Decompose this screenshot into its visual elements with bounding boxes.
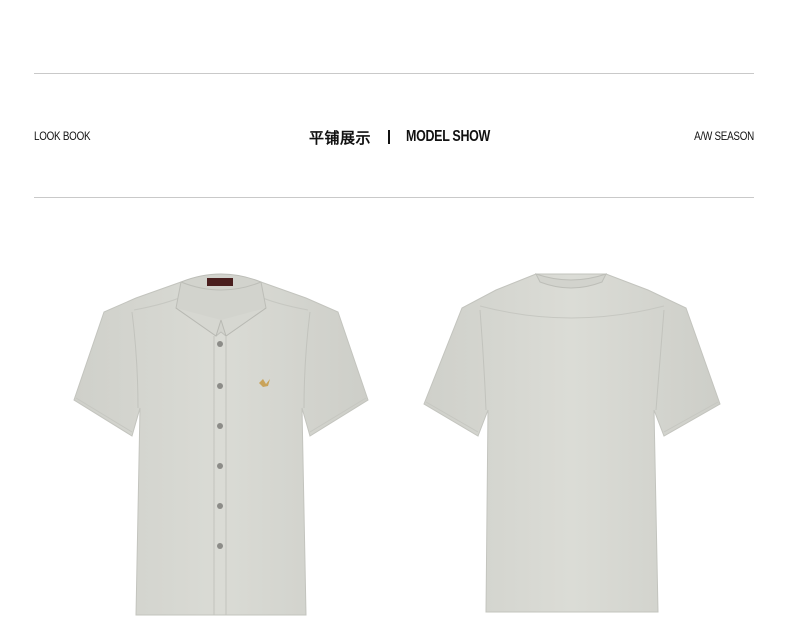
section-title: 平铺展示 MODEL SHOW: [309, 127, 514, 147]
title-separator: [388, 130, 391, 144]
bottom-divider-line: [34, 197, 754, 198]
top-divider-line: [34, 73, 754, 74]
shirt-front-image: [73, 273, 369, 616]
season-label: A/W SEASON: [694, 129, 754, 143]
shirt-back-image: [423, 273, 721, 613]
section-title-cn: 平铺展示: [309, 128, 372, 147]
lookbook-page: LOOK BOOK 平铺展示 MODEL SHOW A/W SEASON: [0, 0, 790, 640]
look-book-label: LOOK BOOK: [34, 129, 91, 143]
section-title-en: MODEL SHOW: [406, 128, 491, 145]
